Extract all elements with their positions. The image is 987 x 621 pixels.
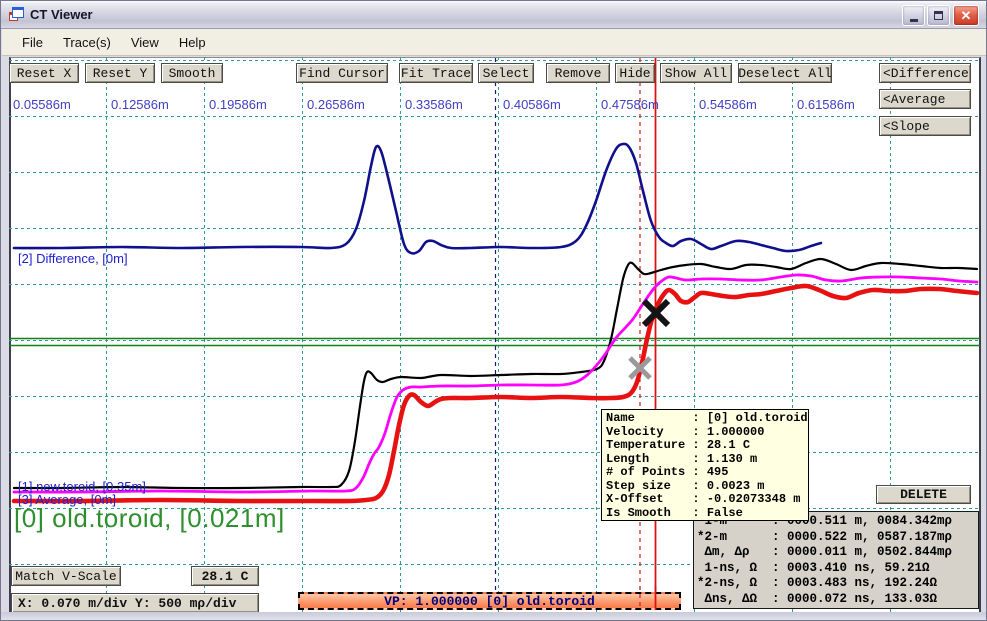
trace-info-tooltip: Name : [0] old.toroidVelocity : 1.000000…	[601, 409, 809, 521]
window-frame-bottom	[1, 612, 986, 620]
menu-traces[interactable]: Trace(s)	[53, 31, 121, 54]
window: CT Viewer ✕ File Trace(s) View Help 0.05…	[0, 0, 987, 621]
x-tick-label: 0.61586m	[797, 97, 855, 112]
maximize-icon	[934, 11, 943, 20]
tooltip-line: Length : 1.130 m	[606, 453, 808, 467]
reset-y-button[interactable]: Reset Y	[85, 63, 155, 83]
vp-bar[interactable]: VP: 1.000000 [0] old.toroid	[298, 592, 681, 610]
scale-readout-box: X: 0.070 m/div Y: 500 mρ/div	[11, 593, 259, 613]
hide-button[interactable]: Hide	[615, 63, 655, 83]
menu-help[interactable]: Help	[169, 31, 216, 54]
x-tick-label: 0.05586m	[13, 97, 71, 112]
trace-label-difference: [2] Difference, [0m]	[18, 251, 128, 266]
match-vscale-button[interactable]: Match V-Scale	[11, 566, 121, 586]
x-tick-label: 0.19586m	[209, 97, 267, 112]
tooltip-line: Name : [0] old.toroid	[606, 412, 808, 426]
tooltip-line: Is Smooth : False	[606, 507, 808, 521]
slope-button[interactable]: <Slope	[879, 116, 971, 136]
menu-view[interactable]: View	[121, 31, 169, 54]
close-button[interactable]: ✕	[953, 5, 979, 26]
reset-x-button[interactable]: Reset X	[9, 63, 79, 83]
measure-line: *2-m : 0000.522 m, 0587.187mρ	[697, 530, 978, 546]
window-title: CT Viewer	[30, 7, 980, 22]
delete-button[interactable]: DELETE	[876, 485, 971, 504]
menubar: File Trace(s) View Help	[2, 29, 987, 56]
find-cursor-button[interactable]: Find Cursor	[296, 63, 388, 83]
temperature-box: 28.1 C	[191, 566, 259, 586]
x-tick-label: 0.33586m	[405, 97, 463, 112]
measurement-panel: 1-m : 0000.511 m, 0084.342mρ*2-m : 0000.…	[693, 511, 979, 609]
remove-button[interactable]: Remove	[546, 63, 610, 83]
titlebar: CT Viewer ✕	[1, 1, 986, 29]
app-icon	[9, 7, 25, 23]
tooltip-line: # of Points : 495	[606, 466, 808, 480]
x-tick-label: 0.40586m	[503, 97, 561, 112]
tooltip-line: Step size : 0.0023 m	[606, 480, 808, 494]
select-button[interactable]: Select	[478, 63, 534, 83]
selected-trace-label: [0] old.toroid, [0.021m]	[14, 503, 285, 534]
maximize-button[interactable]	[927, 5, 950, 26]
measure-line: Δns, ΔΩ : 0000.072 ns, 133.03Ω	[697, 592, 978, 608]
tooltip-line: X-Offset : -0.02073348 m	[606, 493, 808, 507]
average-button[interactable]: <Average	[879, 89, 971, 109]
measure-line: Δm, Δρ : 0000.011 m, 0502.844mρ	[697, 545, 978, 561]
trace--2-difference	[14, 144, 821, 254]
difference-button[interactable]: <Difference	[879, 63, 971, 83]
smooth-button[interactable]: Smooth	[161, 63, 223, 83]
x-tick-label: 0.54586m	[699, 97, 757, 112]
show-all-button[interactable]: Show All	[660, 63, 732, 83]
tooltip-line: Temperature : 28.1 C	[606, 439, 808, 453]
x-tick-label: 0.12586m	[111, 97, 169, 112]
measure-line: *2-ns, Ω : 0003.483 ns, 192.24Ω	[697, 576, 978, 592]
fit-trace-button[interactable]: Fit Trace	[399, 63, 473, 83]
minimize-icon	[910, 19, 918, 22]
tooltip-line: Velocity : 1.000000	[606, 426, 808, 440]
measure-line: 1-ns, Ω : 0003.410 ns, 59.21Ω	[697, 561, 978, 577]
deselect-all-button[interactable]: Deselect All	[738, 63, 832, 83]
minimize-button[interactable]	[902, 5, 925, 26]
close-icon: ✕	[961, 9, 972, 22]
menu-file[interactable]: File	[12, 31, 53, 54]
x-tick-label: 0.47586m	[601, 97, 659, 112]
x-tick-label: 0.26586m	[307, 97, 365, 112]
